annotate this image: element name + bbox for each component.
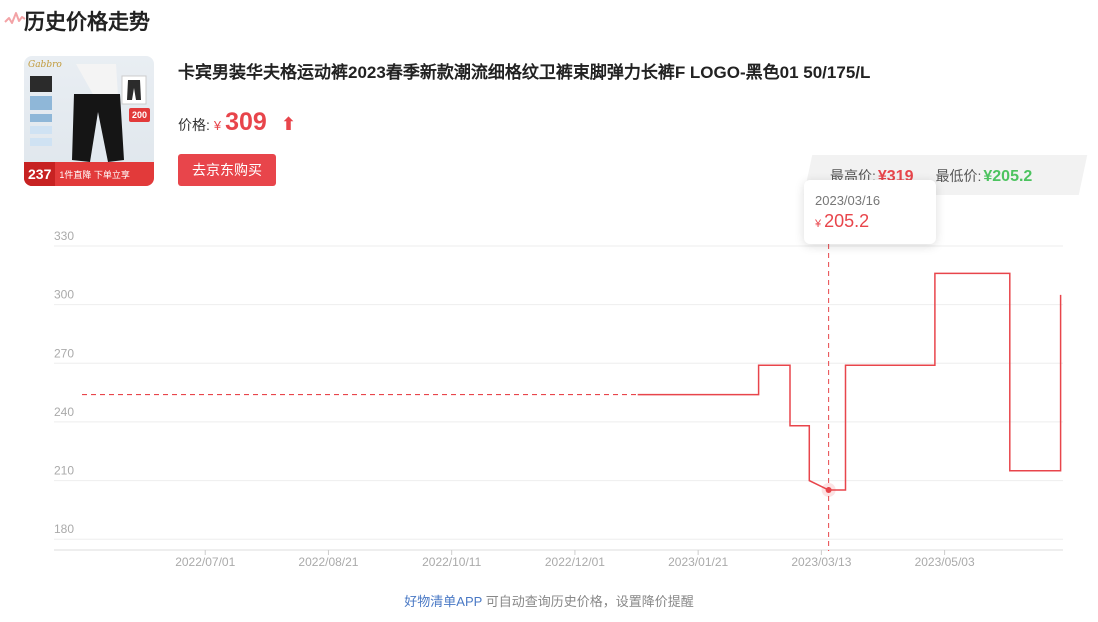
y-tick-label: 300 xyxy=(54,288,74,302)
y-tick-label: 330 xyxy=(54,229,74,243)
price-line xyxy=(637,272,1062,491)
x-tick-label: 2023/03/13 xyxy=(791,555,851,569)
footer-text: 可自动查询历史价格，设置降价提醒 xyxy=(482,594,694,609)
footer: 好物清单APP 可自动查询历史价格，设置降价提醒 xyxy=(0,591,1098,610)
tooltip-price-row: ¥205.2 xyxy=(815,211,869,232)
y-tick-label: 270 xyxy=(54,346,74,360)
x-tick-label: 2022/12/01 xyxy=(545,555,605,569)
tooltip-price: 205.2 xyxy=(824,211,870,231)
x-tick-label: 2023/01/21 xyxy=(668,555,728,569)
x-tick-label: 2022/07/01 xyxy=(175,555,235,569)
chart-tooltip: 2023/03/16 ¥205.2 xyxy=(804,180,936,244)
price-history-chart[interactable]: 330 300 270 240 210 180 2022/07/01 2022/08/21 20… xyxy=(0,0,1098,591)
y-tick-label: 210 xyxy=(54,464,74,478)
x-tick-label: 2023/05/03 xyxy=(915,555,975,569)
app-link[interactable]: 好物清单APP xyxy=(404,594,482,609)
tooltip-currency: ¥ xyxy=(815,218,822,230)
y-tick-label: 240 xyxy=(54,405,74,419)
x-tick-label: 2022/10/11 xyxy=(422,555,481,569)
y-tick-label: 180 xyxy=(54,522,74,536)
highlight-point xyxy=(825,486,832,493)
tooltip-date: 2023/03/16 xyxy=(815,193,881,208)
x-tick-label: 2022/08/21 xyxy=(298,555,358,569)
